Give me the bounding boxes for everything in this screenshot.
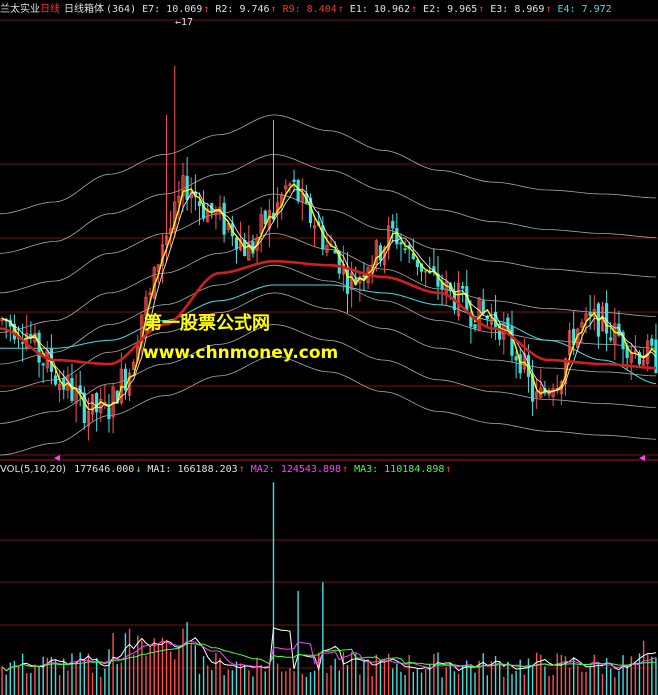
candle-body: [514, 356, 518, 361]
candle-body: [362, 275, 366, 278]
candle-body: [604, 303, 609, 334]
volume-value-2: MA2: 124543.898↑: [250, 464, 349, 475]
candle-body: [53, 375, 58, 385]
candlesticks: [0, 65, 658, 441]
candle-body: [263, 210, 267, 225]
candle-body: [395, 228, 399, 245]
candle-body: [321, 225, 325, 250]
candle-body: [403, 248, 407, 251]
trend-arrow: ↓: [135, 464, 142, 475]
candle-body: [481, 300, 485, 314]
band-line: [0, 193, 657, 294]
volume-value-3: MA3: 110184.898↑: [354, 464, 452, 475]
band-line-e4: [0, 284, 657, 385]
ma5-line: [1, 188, 657, 409]
candle-body: [588, 312, 592, 316]
candle-body: [473, 324, 477, 329]
candle-body: [650, 338, 654, 346]
volume-value-1: MA1: 166188.203↑: [147, 464, 245, 475]
candle-body: [95, 393, 99, 413]
candle-body: [41, 363, 45, 366]
candle-body: [461, 286, 465, 289]
candle-body: [609, 337, 613, 341]
candle-body: [391, 220, 395, 229]
candle-body: [292, 179, 296, 183]
candle-body: [70, 377, 74, 401]
watermark-title: 第一股票公式网: [144, 313, 270, 334]
band-line: [0, 355, 657, 456]
volume-bars: [1, 482, 657, 695]
volume-label[interactable]: VOL(5,10,20): [0, 464, 66, 475]
candle-body: [197, 201, 202, 207]
volume-value-0: 177646.000↓: [74, 464, 142, 475]
trend-arrow: ↑: [445, 464, 452, 475]
candle-body: [399, 242, 403, 245]
volume-values: 177646.000↓ MA1: 166188.203↑ MA2: 124543.8…: [74, 464, 457, 475]
candle-body: [510, 326, 514, 356]
trend-arrow: ↑: [342, 464, 349, 475]
peak-label: ←17: [175, 17, 193, 28]
candle-body: [296, 179, 300, 202]
volume-header: VOL(5,10,20) 177646.000↓ MA1: 166188.203↑…: [0, 463, 658, 477]
fast-ma-line: [1, 182, 657, 411]
trend-arrow: ↑: [238, 464, 245, 475]
candle-body: [234, 237, 239, 250]
watermark-url: www.chnmoney.com: [143, 343, 339, 363]
band-line: [0, 324, 657, 424]
candle-body: [185, 175, 189, 200]
candle-body: [107, 407, 111, 420]
